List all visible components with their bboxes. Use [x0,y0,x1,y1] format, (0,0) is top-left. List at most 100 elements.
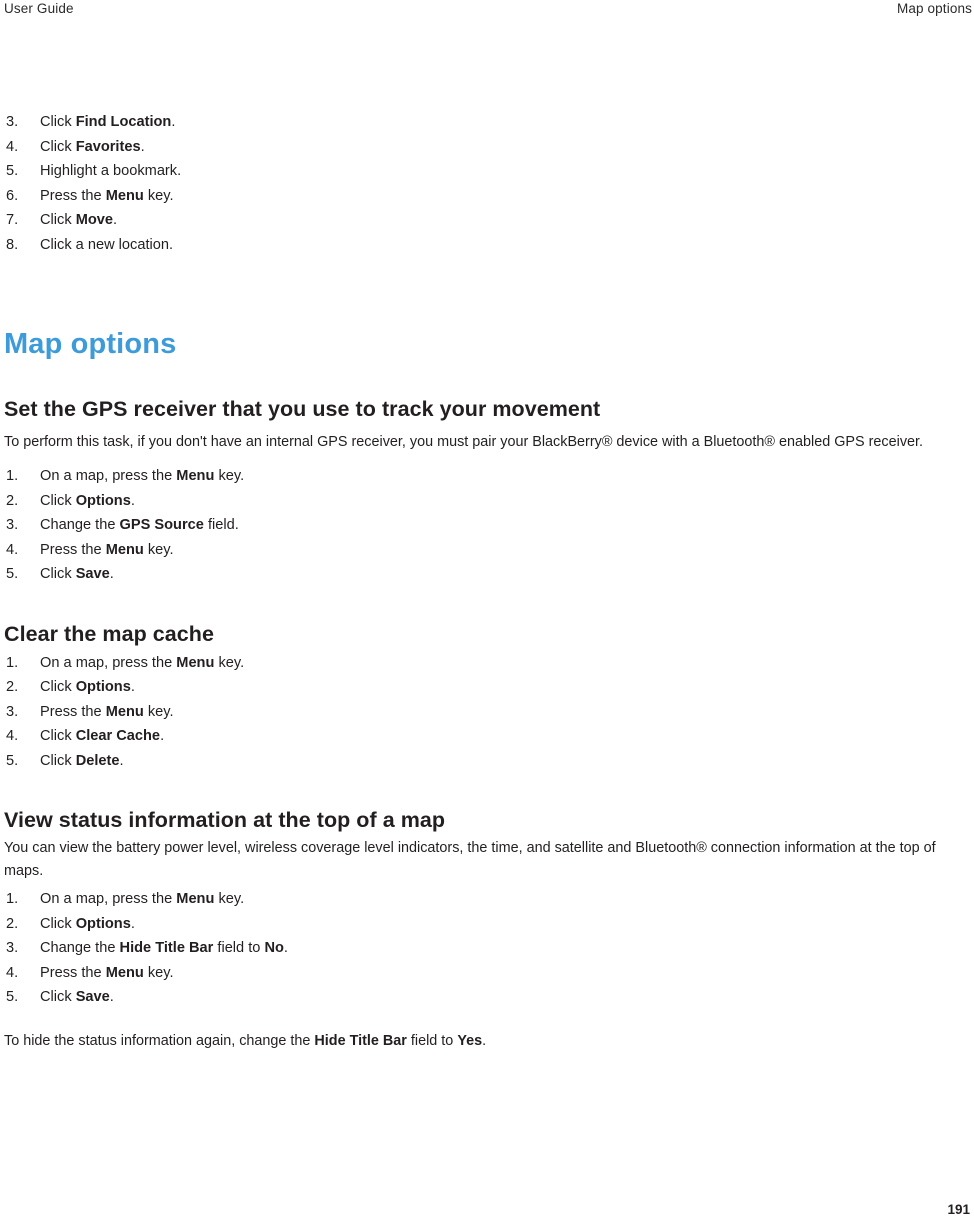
list-item-text-bold: Options [75,492,131,509]
list-item-text-suffix: key. [214,891,245,907]
list-item: 3. Change the GPS Source field. [4,513,972,538]
list-item-number: 4. [6,964,19,981]
list-item-text-suffix: . [113,212,118,228]
list-item-text-suffix-2: . [283,940,288,956]
list-item-text-prefix: Click [40,915,76,932]
list-item-text-bold: Save [75,566,110,582]
list-item: 5. Click Delete. [4,749,972,774]
page-number: 191 [947,1202,970,1217]
list-item-text-prefix: On a map, press the [40,468,177,484]
list-item-number: 6. [6,187,19,204]
list-item-text-bold: Options [75,679,131,695]
list-item-number: 8. [6,236,19,253]
list-item: 1. On a map, press the Menu key. [4,464,972,489]
list-item-number: 1. [6,468,19,484]
list-item-number: 4. [6,541,19,558]
list-item: 5. Click Save. [4,562,972,587]
list-item: 2. Click Options. [4,912,972,937]
list-item-text-suffix: key. [214,654,245,671]
list-item-number: 3. [6,114,19,130]
list-item-text-suffix: . [109,989,114,1005]
list-item-text-suffix: key. [143,187,174,204]
list-item-text-prefix: Click a new location. [40,236,174,253]
list-item-number: 2. [6,915,19,932]
page-content: 3. Click Find Location. 4. Click Favorites… [4,110,972,1053]
list-item-text-prefix: Click [40,728,76,744]
list-item: 4. Click Clear Cache. [4,724,972,749]
list-item-text-prefix: Click [40,566,76,582]
list-item-number: 2. [6,492,19,509]
list-item-text-prefix: On a map, press the [40,654,177,671]
list-item-text-bold-2: No [264,940,284,956]
list-item-text-bold: Clear Cache [75,728,161,744]
list-item-number: 3. [6,940,19,956]
list-item-number: 5. [6,989,19,1005]
list-item-number: 7. [6,212,19,228]
list-item-text-prefix: Change the [40,940,120,956]
list-item-text-prefix: Click [40,212,76,228]
list-item-text-suffix: . [130,679,135,695]
list-item: 8. Click a new location. [4,233,972,258]
chapter-heading: Map options [4,328,177,360]
list-item-number: 4. [6,138,19,155]
list-item-text-bold: Save [75,989,110,1005]
list-item-text-bold: GPS Source [119,517,204,533]
list-item-number: 3. [6,703,19,720]
list-item: 3. Press the Menu key. [4,700,972,725]
list-item-text-suffix: . [140,138,145,155]
list-item: 4. Press the Menu key. [4,961,972,986]
list-item-text-suffix: field to [213,940,265,956]
list-item: 3. Change the Hide Title Bar field to No. [4,936,972,961]
closing-note-bold-2: Yes [457,1032,483,1049]
section-intro-gps-receiver: To perform this task, if you don't have … [4,434,924,450]
list-item-text-prefix: Press the [40,187,106,204]
list-item-text-prefix: Click [40,752,76,769]
list-item-number: 4. [6,728,19,744]
list-item-text-suffix: key. [214,468,245,484]
list-item-text-prefix: Click [40,138,76,155]
list-item-text-suffix: key. [143,964,174,981]
list-item: 4. Click Favorites. [4,135,972,160]
list-item-text-bold: Move [75,212,113,228]
list-item: 3. Click Find Location. [4,110,972,135]
list-item-text-suffix: key. [143,703,174,720]
list-item-text-prefix: Press the [40,964,106,981]
list-item: 2. Click Options. [4,489,972,514]
section-heading-gps-receiver: Set the GPS receiver that you use to tra… [4,397,601,421]
list-item-text-bold: Favorites [75,138,141,155]
list-item-text-prefix: Press the [40,541,106,558]
list-item-text-suffix: . [109,566,114,582]
list-item: 2. Click Options. [4,675,972,700]
list-item-text-suffix: . [130,915,135,932]
list-item-text-suffix: . [130,492,135,509]
list-item-number: 1. [6,654,19,671]
closing-note: To hide the status information again, ch… [4,1030,972,1053]
list-item: 5. Highlight a bookmark. [4,159,972,184]
header-section-title: Map options [896,1,972,16]
closing-note-suffix-2: . [482,1032,487,1049]
section-heading-clear-map-cache: Clear the map cache [4,621,214,646]
list-item-text-bold: Menu [105,187,144,204]
list-item-text-prefix: Click [40,114,76,130]
document-page: User Guide Map options 3. Click Find Loca… [0,0,974,1228]
steps-list-view-status-information: 1. On a map, press the Menu key. 2. Click … [4,887,972,1010]
closing-note-prefix: To hide the status information again, ch… [4,1032,315,1049]
steps-list-clear-map-cache: 1. On a map, press the Menu key. 2. Click … [4,651,972,774]
list-item-text-prefix: Click [40,492,76,509]
list-item-text-prefix: Change the [40,517,120,533]
list-item-text-bold: Options [75,915,131,932]
list-item-text-suffix: . [171,114,176,130]
closing-note-suffix: field to [406,1032,458,1049]
list-item-text-bold: Menu [176,654,215,671]
list-item: 7. Click Move. [4,208,972,233]
running-header: User Guide Map options [0,0,974,22]
list-item-text-suffix: field. [203,517,239,533]
list-item-text-prefix: Click [40,679,76,695]
list-item-text-prefix: Press the [40,703,106,720]
list-item-number: 5. [6,163,19,179]
